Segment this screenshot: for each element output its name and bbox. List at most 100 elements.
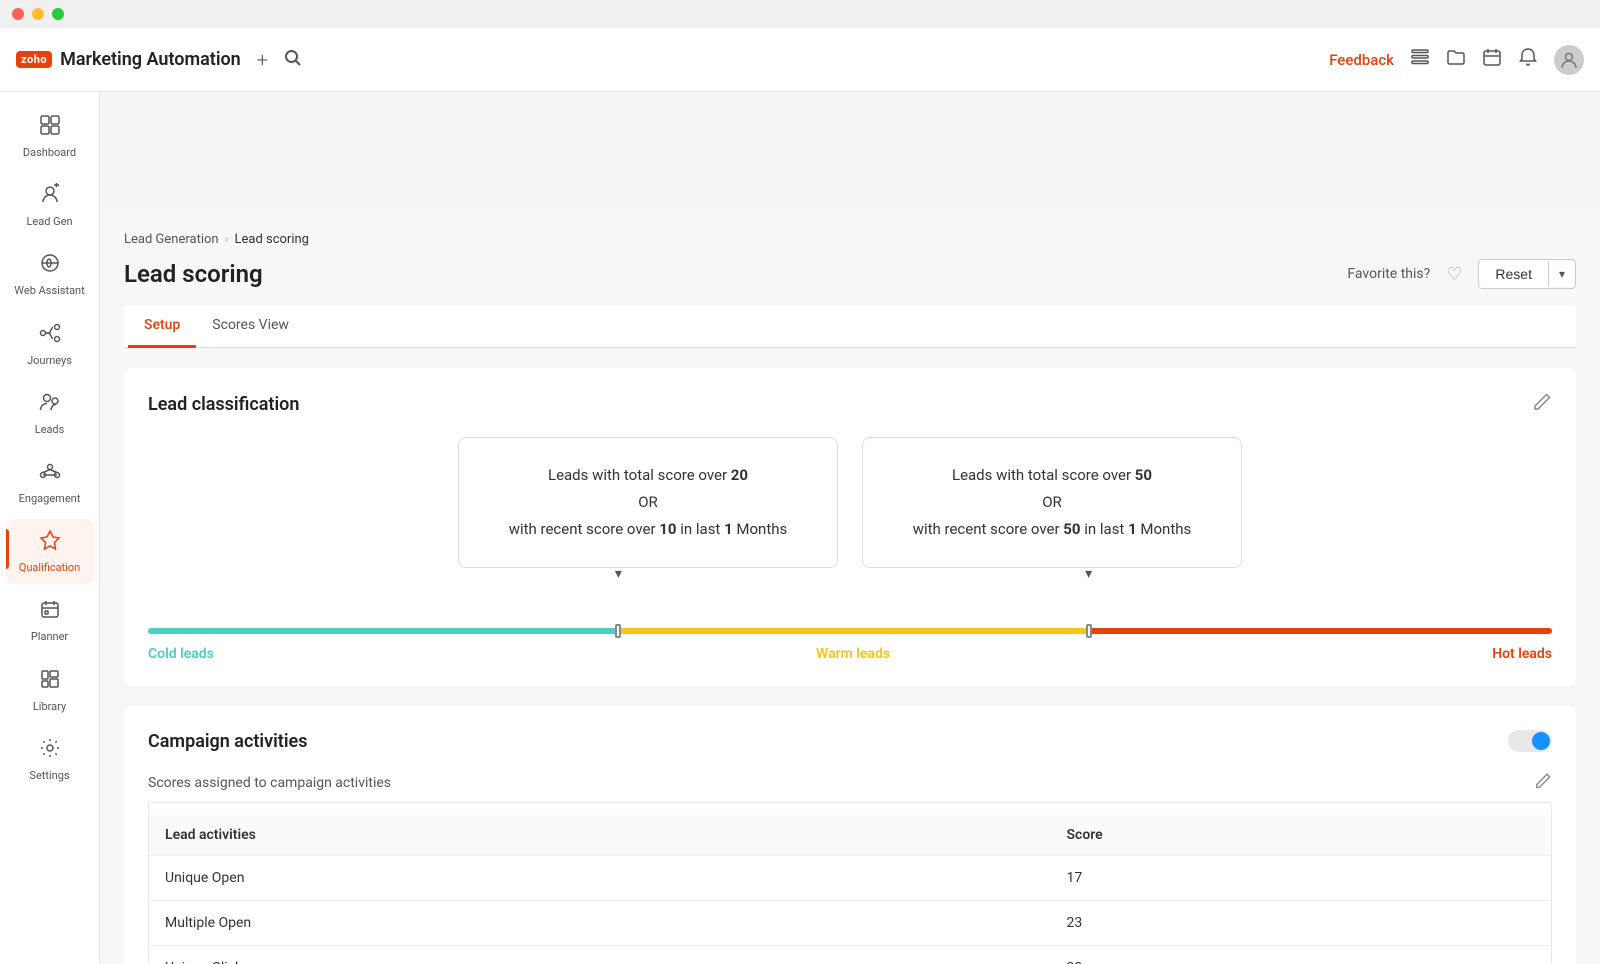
toggle-thumb [1532, 732, 1550, 750]
scores-label-row: Scores assigned to campaign activities [148, 772, 1552, 794]
hot-slider-handle[interactable] [1086, 624, 1092, 638]
sidebar-item-engagement[interactable]: Engagement [6, 450, 94, 515]
top-nav-icons: Feedback [1329, 45, 1584, 75]
sidebar-item-qualification[interactable]: Qualification [6, 519, 94, 584]
breadcrumb-separator: › [225, 232, 229, 247]
list-view-icon[interactable] [1410, 47, 1430, 72]
hot-months-label: Months [1137, 520, 1192, 538]
warm-score2: 10 [659, 520, 676, 538]
sidebar-item-journeys[interactable]: Journeys [6, 312, 94, 377]
activity-cell: Unique Open [149, 856, 1050, 901]
sidebar-item-library[interactable]: Library [6, 658, 94, 723]
classification-slider[interactable]: ▾ ▾ Cold leads Warm leads Hot leads [148, 592, 1552, 662]
warm-slider-handle[interactable] [615, 624, 621, 638]
sidebar-item-leads[interactable]: Leads [6, 381, 94, 446]
search-button[interactable] [284, 49, 302, 71]
hot-line2-before: with recent score over [913, 520, 1064, 538]
top-nav: zoho Marketing Automation + Feedback [0, 28, 1600, 92]
folder-icon[interactable] [1446, 47, 1466, 72]
planner-label: Planner [31, 630, 68, 643]
activities-table-container: Lead activities Score Unique Open 17 Mul… [148, 802, 1552, 964]
campaign-toggle[interactable] [1508, 730, 1552, 752]
dashboard-icon [39, 120, 61, 142]
col-header-activities: Lead activities [149, 815, 1050, 856]
breadcrumb-parent[interactable]: Lead Generation [124, 232, 219, 247]
hot-handle-chevron: ▾ [1085, 566, 1092, 582]
library-icon [39, 668, 61, 696]
campaign-toggle-wrap [1508, 730, 1552, 752]
title-bar [0, 0, 1600, 28]
leads-icon [39, 391, 61, 419]
page-title: Lead scoring [124, 260, 263, 288]
score-cell: 20 [1050, 946, 1551, 964]
warm-track [618, 628, 1088, 634]
table-row: Unique Click 20 [149, 946, 1551, 964]
scores-edit-icon[interactable] [1534, 772, 1552, 794]
warm-months-label: Months [733, 520, 788, 538]
web-assistant-label: Web Assistant [14, 284, 84, 297]
favorite-heart-icon[interactable]: ♡ [1446, 264, 1462, 285]
sidebar-item-dashboard[interactable]: Dashboard [6, 120, 94, 169]
lead-classification-edit-icon[interactable] [1532, 392, 1552, 417]
threshold-cards: Leads with total score over 20 OR with r… [148, 437, 1552, 568]
activities-table: Lead activities Score Unique Open 17 Mul… [149, 815, 1551, 964]
lead-classification-title: Lead classification [148, 394, 299, 415]
hot-or-label: OR [1042, 493, 1062, 511]
library-label: Library [33, 700, 66, 713]
breadcrumb-current: Lead scoring [234, 232, 309, 247]
user-avatar[interactable] [1554, 45, 1584, 75]
hot-threshold-card: Leads with total score over 50 OR with r… [862, 437, 1242, 568]
hot-label: Hot leads [1492, 646, 1552, 662]
app-name: Marketing Automation [60, 49, 241, 70]
hot-line1-before: Leads with total score over [952, 466, 1135, 484]
score-cell: 17 [1050, 856, 1551, 901]
slider-labels: Cold leads Warm leads Hot leads [148, 646, 1552, 662]
reset-button[interactable]: Reset [1479, 260, 1548, 288]
col-header-score: Score [1050, 815, 1551, 856]
leads-label: Leads [35, 423, 65, 436]
journeys-icon [39, 322, 61, 350]
warm-line1-before: Leads with total score over [548, 466, 731, 484]
reset-dropdown-icon[interactable]: ▾ [1548, 261, 1575, 287]
tab-setup[interactable]: Setup [128, 305, 196, 348]
calendar-icon[interactable] [1482, 47, 1502, 72]
bell-icon[interactable] [1518, 47, 1538, 72]
warm-handle-chevron: ▾ [615, 566, 622, 582]
warm-line2-mid: in last [677, 520, 725, 538]
sidebar: Dashboard Lead Gen Web As [0, 120, 100, 964]
scores-assigned-label: Scores assigned to campaign activities [148, 775, 391, 791]
section-header-campaign: Campaign activities [148, 730, 1552, 752]
favorite-label: Favorite this? [1347, 266, 1430, 282]
qualification-label: Qualification [19, 561, 80, 574]
settings-icon [39, 737, 61, 765]
hot-score1: 50 [1135, 466, 1152, 484]
tabs: Setup Scores View [124, 305, 1576, 348]
engagement-label: Engagement [19, 492, 81, 505]
campaign-activities-section: Campaign activities Scores assigned to c… [124, 706, 1576, 964]
reset-btn-group: Reset ▾ [1478, 259, 1576, 289]
sidebar-item-lead-gen[interactable]: Lead Gen [6, 173, 94, 238]
dashboard-label: Dashboard [23, 146, 76, 159]
cold-label: Cold leads [148, 646, 214, 662]
score-cell: 23 [1050, 901, 1551, 946]
sidebar-item-settings[interactable]: Settings [6, 727, 94, 792]
table-row: Unique Open 17 [149, 856, 1551, 901]
zoho-logo: zoho [16, 51, 52, 68]
feedback-link[interactable]: Feedback [1329, 51, 1394, 69]
activity-cell: Unique Click [149, 946, 1050, 964]
hot-months: 1 [1128, 520, 1137, 538]
warm-score1: 20 [731, 466, 748, 484]
sidebar-item-planner[interactable]: Planner [6, 588, 94, 653]
table-header-row: Lead activities Score [149, 815, 1551, 856]
tab-scores-view[interactable]: Scores View [196, 305, 305, 348]
cold-track [148, 628, 618, 634]
sidebar-item-web-assistant[interactable]: Web Assistant [6, 242, 94, 307]
main-content: Lead Generation › Lead scoring Lead scor… [100, 212, 1600, 964]
breadcrumb: Lead Generation › Lead scoring [124, 232, 1576, 247]
planner-icon [39, 598, 61, 626]
add-button[interactable]: + [257, 48, 268, 72]
warm-or-label: OR [638, 493, 658, 511]
qualification-icon [39, 529, 61, 557]
traffic-light-green [52, 8, 64, 20]
slider-track [148, 628, 1552, 634]
